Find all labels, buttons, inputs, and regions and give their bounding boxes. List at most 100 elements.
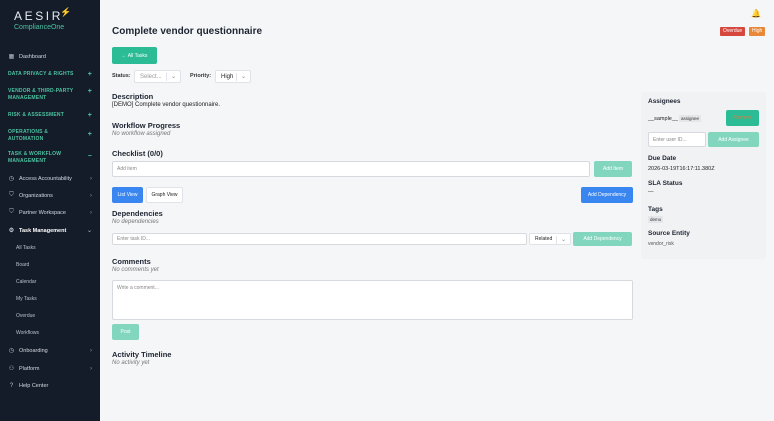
sla-heading: SLA Status [648,180,683,187]
page-title: Complete vendor questionnaire [112,26,263,37]
assignees-heading: Assignees [648,98,681,105]
description-heading: Description [112,92,154,101]
sidebar-item-label: Access Accountability [19,175,72,182]
post-comment-button[interactable]: Post [112,324,139,340]
logo-mark-icon: ⚡ [60,7,72,17]
activity-empty: No activity yet [112,360,150,366]
source-entity-value: vendor_risk [648,241,674,247]
sidebar-subitem-overdue[interactable]: Overdue [16,313,35,319]
sidebar-item-organizations[interactable]: ⛉ Organizations › [8,192,96,199]
gear-icon: ⚙ [8,228,15,234]
select-separator [556,236,557,244]
chevron-right-icon: › [90,192,92,199]
dependency-type-value: Related [535,236,553,242]
chevron-down-icon: ⌄ [560,236,566,243]
plus-icon: + [87,71,92,78]
status-select-value: Select... [140,73,162,80]
comments-heading: Comments [112,257,151,266]
dashboard-icon: ▦ [8,54,15,60]
status-badge-overdue: Overdue [720,27,746,36]
priority-select-value: High [221,73,234,80]
sidebar-section-data-privacy[interactable]: DATA PRIVACY & RIGHTS + [8,71,96,78]
comment-textarea[interactable]: Write a comment... [112,280,633,320]
sidebar-item-onboarding[interactable]: ◷ Onboarding › [8,347,96,355]
sidebar-section-task-workflow[interactable]: TASK & WORKFLOW MANAGEMENT − [8,151,92,165]
sidebar-section-risk[interactable]: RISK & ASSESSMENT + [8,112,96,119]
chevron-right-icon: › [90,175,92,182]
section-label: VENDOR & THIRD-PARTY MANAGEMENT [8,88,74,101]
assignee-role-chip: assignee [679,115,702,122]
sidebar-item-task-management[interactable]: ⚙ Task Management ⌄ [8,227,96,235]
section-label: DATA PRIVACY & RIGHTS [8,71,74,77]
sidebar-item-label: Help Center [19,382,49,389]
sidebar-item-dashboard[interactable]: ▦ Dashboard [8,53,96,61]
status-label: Status: [112,73,131,79]
minus-icon: − [87,153,92,160]
clock-icon: ◷ [8,348,15,354]
assignee-name: __sample__ [648,116,678,122]
sidebar-item-label: Task Management [19,227,67,234]
plus-icon: + [87,112,92,119]
sidebar-item-platform[interactable]: ⚇ Platform › [8,365,96,373]
all-tasks-button[interactable]: ← All Tasks [112,47,157,64]
chevron-down-icon: ⌄ [86,228,92,234]
chevron-right-icon: › [90,347,92,354]
user-icon: ⚇ [8,366,15,372]
workflow-empty: No workflow assigned [112,131,171,137]
help-icon: ? [9,382,14,389]
sidebar-item-label: Onboarding [19,347,48,354]
chevron-right-icon: › [90,365,92,372]
activity-heading: Activity Timeline [112,350,172,359]
due-date-heading: Due Date [648,155,677,162]
sidebar-item-help-center[interactable]: ? Help Center [8,382,96,389]
list-view-button[interactable]: List View [112,187,143,203]
tag-chip: demo [648,216,664,223]
sidebar-subitem-calendar[interactable]: Calendar [16,279,36,285]
checklist-heading: Checklist (0/0) [112,149,163,158]
main-content: 🔔 Complete vendor questionnaire Overdue … [100,0,774,421]
sla-value: — [648,189,654,195]
details-panel: Assignees __sample__ assignee Remove Ent… [641,92,766,259]
sidebar-subitem-workflows[interactable]: Workflows [16,330,39,336]
bell-icon[interactable]: 🔔 [751,9,761,18]
sidebar-item-label: Dashboard [19,53,46,60]
brand-logo[interactable]: AESIR ⚡ ComplianceOne [14,7,94,31]
add-dependency-button[interactable]: Add Dependency [573,232,632,246]
checklist-input[interactable]: Add item [112,161,590,177]
assignee-user-id-input[interactable]: Enter user ID... [648,132,706,147]
chevron-right-icon: › [90,209,92,216]
sidebar-subitem-all-tasks[interactable]: All Tasks [16,245,36,251]
priority-select[interactable]: High ⌄ [215,70,251,83]
remove-assignee-button[interactable]: Remove [726,110,759,126]
graph-view-button[interactable]: Graph View [146,187,183,203]
shield-icon: ⛉ [9,209,14,215]
sidebar-item-partner-workspace[interactable]: ⛉ Partner Workspace › [8,209,96,216]
add-item-button[interactable]: Add Item [594,161,632,177]
sidebar-subitem-my-tasks[interactable]: My Tasks [16,296,37,302]
description-text: [DEMO] Complete vendor questionnaire. [112,102,221,108]
section-label: OPERATIONS & AUTOMATION [8,129,49,142]
chevron-down-icon: ⌄ [240,74,246,80]
brand-name: AESIR [14,9,64,23]
dependency-type-select[interactable]: Related ⌄ [529,233,571,245]
sidebar: AESIR ⚡ ComplianceOne ▦ Dashboard DATA P… [0,0,100,421]
comments-empty: No comments yet [112,267,159,273]
dependencies-empty: No dependencies [112,219,159,225]
plus-icon: + [87,131,92,138]
add-assignee-button[interactable]: Add Assignee [708,132,759,147]
clock-icon: ◷ [8,176,15,182]
chevron-down-icon: ⌄ [170,74,176,80]
source-entity-heading: Source Entity [648,230,690,237]
sidebar-section-operations[interactable]: OPERATIONS & AUTOMATION + [8,129,92,143]
sidebar-item-access-accountability[interactable]: ◷ Access Accountability › [8,175,96,183]
sidebar-section-vendor[interactable]: VENDOR & THIRD-PARTY MANAGEMENT + [8,88,92,102]
tags-heading: Tags [648,206,663,213]
priority-badge-high: High [749,27,766,36]
dependency-task-id-input[interactable]: Enter task ID... [112,233,527,245]
status-select[interactable]: Select... ⌄ [134,70,181,83]
section-label: RISK & ASSESSMENT [8,112,65,118]
priority-label: Priority: [190,73,212,79]
add-dependency-toggle-button[interactable]: Add Dependency [581,187,633,203]
sidebar-subitem-board[interactable]: Board [16,262,29,268]
section-label: TASK & WORKFLOW MANAGEMENT [8,151,62,164]
